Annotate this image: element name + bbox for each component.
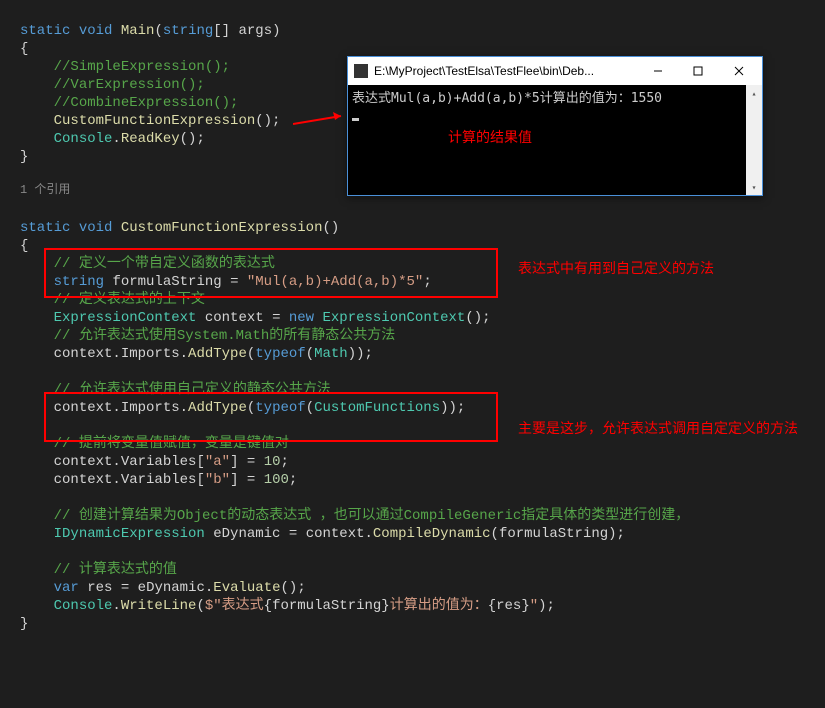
- variable: formulaString: [272, 598, 381, 614]
- console-app-icon: [354, 64, 368, 78]
- keyword: static: [20, 220, 70, 236]
- variable: res: [496, 598, 521, 614]
- variable: context: [54, 454, 113, 470]
- type: CustomFunctions: [314, 400, 440, 416]
- minimize-button[interactable]: [638, 59, 678, 83]
- method-call: AddType: [188, 400, 247, 416]
- comment: // 允许表达式使用自己定义的静态公共方法: [54, 382, 331, 398]
- string-literal: ": [530, 598, 538, 614]
- property: Imports: [121, 400, 180, 416]
- scroll-down-button[interactable]: ▾: [746, 179, 762, 195]
- property: Imports: [121, 346, 180, 362]
- maximize-button[interactable]: [678, 59, 718, 83]
- method-call: Evaluate: [213, 580, 280, 596]
- type: Math: [314, 346, 348, 362]
- string-literal: "b": [205, 472, 230, 488]
- scroll-up-button[interactable]: ▴: [746, 85, 762, 101]
- annotation-2: 主要是这步，允许表达式调用自定定义的方法: [518, 418, 818, 438]
- console-title: E:\MyProject\TestElsa\TestFlee\bin\Deb..…: [374, 64, 638, 78]
- method-call: ReadKey: [121, 131, 180, 147]
- annotation-1: 表达式中有用到自己定义的方法: [518, 258, 714, 278]
- property: Variables: [121, 472, 197, 488]
- keyword: var: [54, 580, 79, 596]
- console-cursor: [352, 118, 359, 121]
- type: Console: [54, 598, 113, 614]
- type: ExpressionContext: [323, 310, 466, 326]
- console-titlebar[interactable]: E:\MyProject\TestElsa\TestFlee\bin\Deb..…: [348, 57, 762, 85]
- console-body[interactable]: 表达式Mul(a,b)+Add(a,b)*5计算出的值为：1550 计算的结果值…: [348, 85, 762, 195]
- comment: // 允许表达式使用System.Math的所有静态公共方法: [54, 328, 396, 344]
- string-literal: "a": [205, 454, 230, 470]
- keyword: typeof: [255, 400, 305, 416]
- variable: formulaString: [112, 274, 221, 290]
- string-literal: 计算出的值为：: [390, 598, 488, 614]
- method-name: Main: [121, 23, 155, 39]
- console-scrollbar[interactable]: ▴ ▾: [746, 85, 762, 195]
- comment: // 提前将变量值赋值，变量是键值对: [54, 436, 289, 452]
- method-name: CustomFunctionExpression: [121, 220, 323, 236]
- variable: context: [306, 526, 365, 542]
- type: ExpressionContext: [54, 310, 197, 326]
- type: Console: [54, 131, 113, 147]
- method-call: WriteLine: [121, 598, 197, 614]
- variable: res: [87, 580, 112, 596]
- string-literal: "Mul(a,b)+Add(a,b)*5": [247, 274, 423, 290]
- type: string: [54, 274, 104, 290]
- comment: //SimpleExpression();: [54, 59, 230, 75]
- annotation-result: 计算的结果值: [448, 127, 532, 147]
- type: string: [163, 23, 213, 39]
- method-call: CustomFunctionExpression: [54, 113, 256, 129]
- number-literal: 10: [264, 454, 281, 470]
- comment: // 定义一个带自定义函数的表达式: [54, 256, 275, 272]
- string-literal: $"表达式: [205, 598, 264, 614]
- comment: // 创建计算结果为Object的动态表达式 ，也可以通过CompileGene…: [54, 508, 690, 524]
- variable: context: [54, 346, 113, 362]
- variable: eDynamic: [213, 526, 280, 542]
- variable: context: [54, 400, 113, 416]
- variable: formulaString: [499, 526, 608, 542]
- keyword: void: [79, 23, 113, 39]
- keyword: typeof: [255, 346, 305, 362]
- variable: eDynamic: [138, 580, 205, 596]
- keyword: void: [79, 220, 113, 236]
- scroll-track[interactable]: [746, 101, 762, 179]
- variable: context: [54, 472, 113, 488]
- comment: //CombineExpression();: [54, 95, 239, 111]
- console-output: 表达式Mul(a,b)+Add(a,b)*5计算出的值为：1550: [352, 87, 758, 106]
- type: IDynamicExpression: [54, 526, 205, 542]
- comment: // 计算表达式的值: [54, 562, 177, 578]
- close-button[interactable]: [718, 59, 760, 83]
- property: Variables: [121, 454, 197, 470]
- method-call: CompileDynamic: [373, 526, 491, 542]
- method-call: AddType: [188, 346, 247, 362]
- number-literal: 100: [264, 472, 289, 488]
- param: args: [239, 23, 273, 39]
- variable: context: [205, 310, 264, 326]
- keyword: static: [20, 23, 70, 39]
- comment: // 定义表达式的上下文: [54, 292, 205, 308]
- keyword: new: [289, 310, 314, 326]
- console-window[interactable]: E:\MyProject\TestElsa\TestFlee\bin\Deb..…: [347, 56, 763, 196]
- comment: //VarExpression();: [54, 77, 205, 93]
